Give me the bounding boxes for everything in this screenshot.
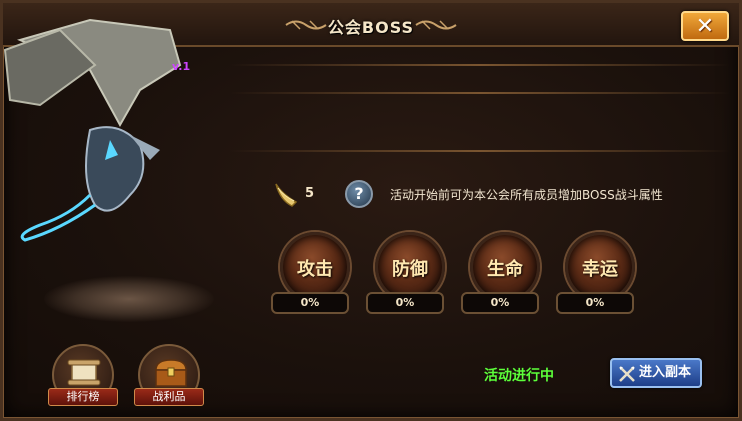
divider-mid <box>230 92 730 94</box>
boss-level: v.1 <box>172 60 191 73</box>
stat-luck-label: 幸运 <box>582 259 618 280</box>
stat-health-label: 生命 <box>487 259 523 280</box>
help-icon[interactable]: ? <box>345 180 373 208</box>
swords-icon <box>619 366 635 382</box>
stat-luck-value: 0% <box>556 292 634 314</box>
event-status: 活动进行中 <box>484 368 554 384</box>
event-description: 活动开始前可为本公会所有成员增加BOSS战斗属性 <box>390 188 663 202</box>
rewards-label: 战利品 <box>134 388 204 406</box>
flourish-right-icon <box>415 20 457 30</box>
stat-defense-label: 防御 <box>392 259 428 280</box>
enter-dungeon-button[interactable]: 进入副本 <box>610 358 702 388</box>
treasure-chest-icon <box>155 359 187 387</box>
stat-attack-value: 0% <box>271 292 349 314</box>
stat-attack-label: 攻击 <box>297 259 333 280</box>
stat-health-value: 0% <box>461 292 539 314</box>
close-icon: ✕ <box>695 14 715 39</box>
token-count: 5 <box>305 186 315 201</box>
divider-low <box>230 150 730 152</box>
stat-defense-value: 0% <box>366 292 444 314</box>
horn-icon <box>275 183 298 207</box>
dragon-boss-image <box>3 18 182 242</box>
scroll-icon <box>67 359 101 386</box>
ranking-label: 排行榜 <box>48 388 118 406</box>
close-button[interactable]: ✕ <box>681 11 729 41</box>
divider-top <box>230 64 730 66</box>
enter-dungeon-label: 进入副本 <box>639 365 692 380</box>
boss-pedestal <box>44 276 214 322</box>
